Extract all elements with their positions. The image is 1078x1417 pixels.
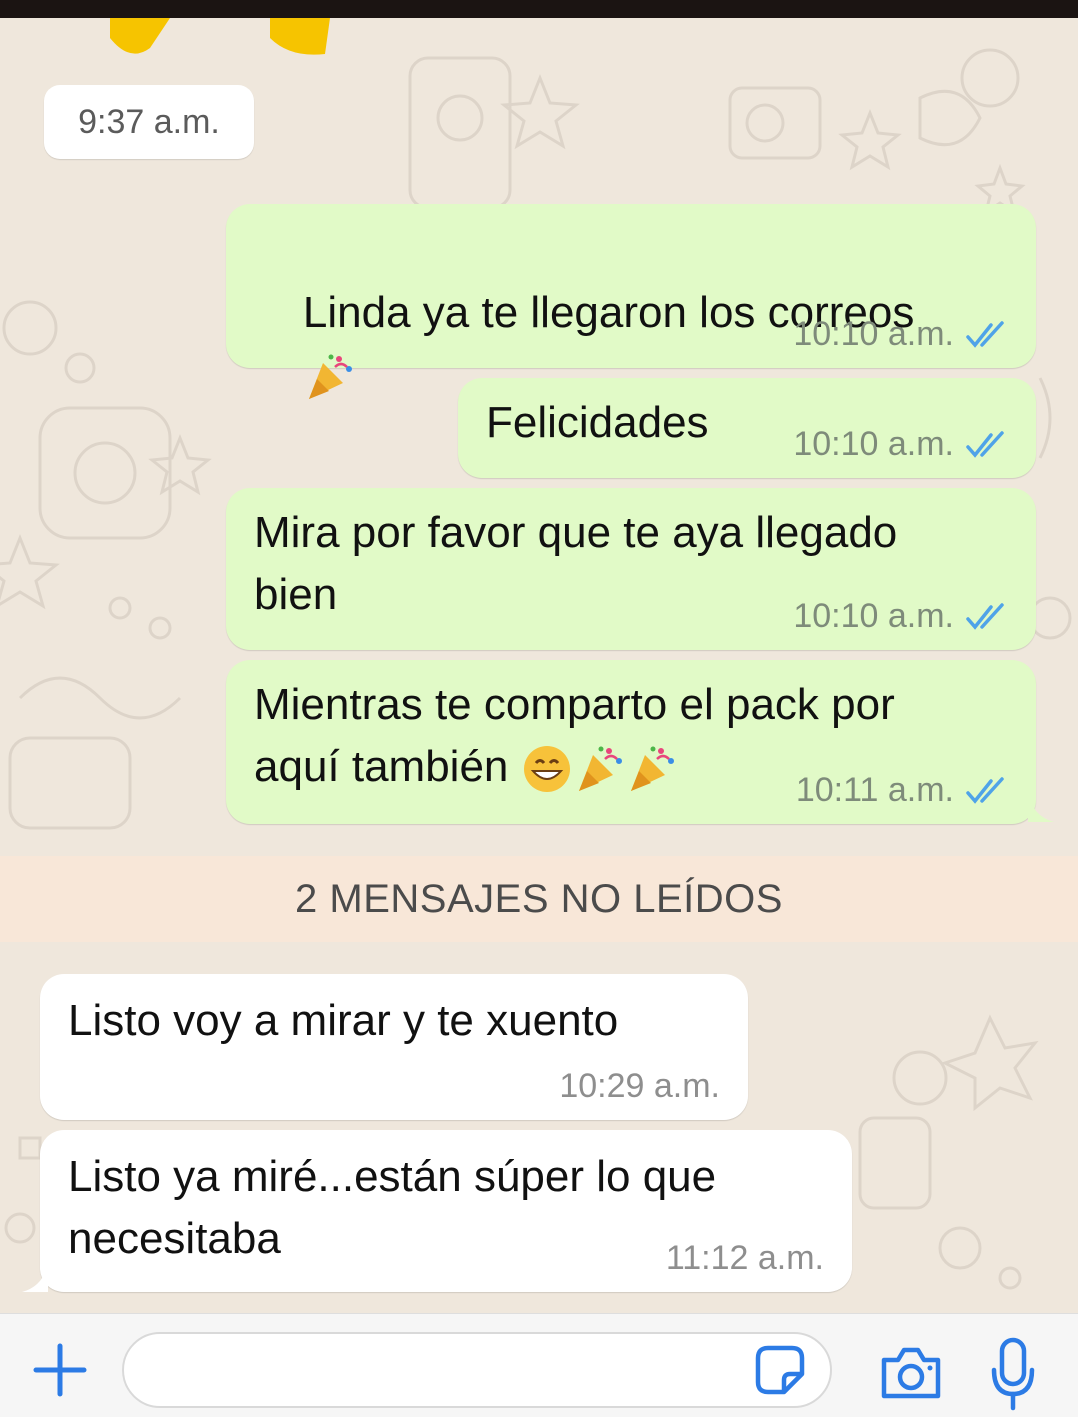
sticker-fragment <box>110 18 330 55</box>
message-bubble-outgoing[interactable]: Mira por favor que te aya llegado bien 1… <box>226 488 1036 650</box>
message-bubble-outgoing[interactable]: Mientras te comparto el pack por aquí ta… <box>226 660 1036 824</box>
read-ticks-icon <box>966 430 1004 458</box>
message-bubble-outgoing[interactable]: Felicidades 10:10 a.m. <box>458 378 1036 478</box>
party-popper-emoji <box>630 746 674 792</box>
read-ticks-icon <box>966 602 1004 630</box>
message-text: Listo voy a mirar y te xuento <box>68 996 619 1045</box>
message-time: 10:11 a.m. <box>795 771 954 809</box>
unread-messages-divider: 2 MENSAJES NO LEÍDOS <box>0 856 1078 942</box>
bubble-tail <box>22 1262 48 1292</box>
message-meta: 10:10 a.m. <box>793 425 1012 464</box>
message-text: Felicidades <box>486 398 709 447</box>
message-composer <box>0 1313 1078 1417</box>
bubble-tail <box>1028 792 1054 822</box>
party-popper-emoji <box>578 746 622 792</box>
message-time: 10:10 a.m. <box>793 315 954 353</box>
timestamp-chip: 9:37 a.m. <box>44 85 254 159</box>
party-popper-emoji <box>308 354 352 400</box>
message-line: aquí también <box>254 742 509 791</box>
message-time: 10:10 a.m. <box>793 597 954 635</box>
message-bubble-incoming[interactable]: Listo voy a mirar y te xuento 10:29 a.m. <box>40 974 748 1120</box>
message-text: Listo ya miré...están súper lo que neces… <box>68 1152 717 1263</box>
microphone-icon[interactable] <box>988 1336 1038 1412</box>
message-time: 11:12 a.m. <box>665 1239 824 1277</box>
plus-icon[interactable] <box>32 1342 88 1398</box>
message-meta: 10:10 a.m. <box>793 597 1012 636</box>
message-bubble-incoming[interactable]: Listo ya miré...están súper lo que neces… <box>40 1130 852 1292</box>
message-time: 10:29 a.m. <box>559 1067 720 1105</box>
message-input[interactable] <box>122 1332 832 1408</box>
status-bar <box>0 0 1078 18</box>
message-meta: 10:10 a.m. <box>793 315 1012 354</box>
sticker-icon[interactable] <box>754 1344 806 1396</box>
camera-icon[interactable] <box>878 1344 944 1402</box>
message-meta: 11:12 a.m. <box>666 1239 824 1278</box>
grinning-face-emoji <box>523 746 570 793</box>
message-meta: 10:29 a.m. <box>559 1067 720 1106</box>
message-time: 10:10 a.m. <box>793 425 954 463</box>
message-meta: 10:11 a.m. <box>796 771 1012 810</box>
read-ticks-icon <box>966 776 1004 804</box>
message-bubble-outgoing[interactable]: Linda ya te llegaron los correos 10:10 a… <box>226 204 1036 586</box>
read-ticks-icon <box>966 320 1004 348</box>
message-line: Mientras te comparto el pack por <box>254 680 895 729</box>
